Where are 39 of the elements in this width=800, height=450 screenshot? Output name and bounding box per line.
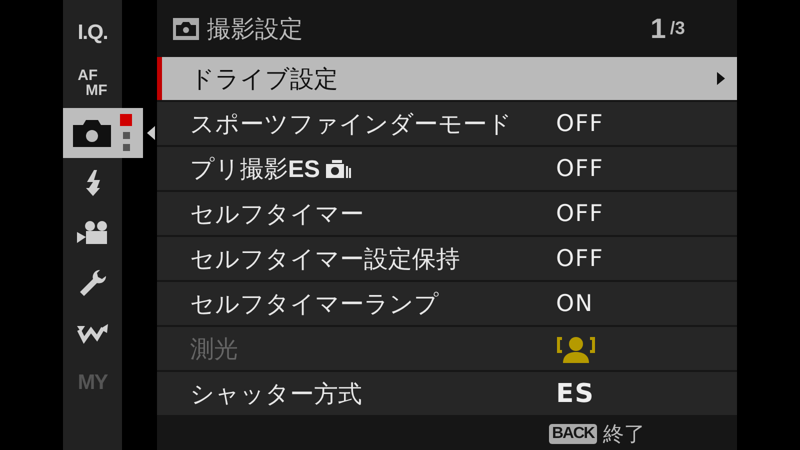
tab-label: AF MF	[78, 68, 108, 98]
camera-icon	[173, 18, 199, 40]
menu-row[interactable]: プリ撮影ES OFF	[157, 147, 737, 190]
menu-row-selected[interactable]: ドライブ設定	[157, 57, 737, 100]
menu-row[interactable]: スポーツファインダーモード OFF	[157, 102, 737, 145]
menu-tab[interactable]: AF MF	[63, 58, 122, 108]
menu-row[interactable]: セルフタイマーランプ ON	[157, 282, 737, 325]
menu-tab[interactable]: I.Q.	[63, 8, 122, 58]
back-key-badge: BACK	[549, 424, 598, 444]
exit-label: 終了	[603, 420, 646, 448]
row-label: セルフタイマーランプ	[190, 288, 439, 320]
pointer-icon	[147, 126, 155, 140]
camera-icon	[71, 117, 113, 149]
page-dots-icon	[119, 113, 133, 153]
row-label: シャッター方式	[190, 378, 362, 410]
page-total: /3	[670, 18, 685, 39]
menu-row[interactable]: セルフタイマー設定保持 OFF	[157, 237, 737, 280]
connection-icon	[76, 322, 108, 344]
wrench-icon	[78, 268, 108, 298]
row-value: ON	[556, 290, 594, 316]
menu-row[interactable]: セルフタイマー OFF	[157, 192, 737, 235]
menu-title: 撮影設定	[207, 14, 304, 44]
row-label: セルフタイマー設定保持	[190, 244, 460, 274]
row-value: OFF	[556, 156, 604, 182]
menu-row[interactable]: シャッター方式 ES	[157, 372, 737, 415]
row-label: ドライブ設定	[190, 64, 338, 94]
row-label: プリ撮影ES	[190, 154, 320, 184]
movie-camera-icon	[76, 221, 108, 245]
row-label: 測光	[190, 334, 238, 364]
page-number: 1	[650, 12, 666, 44]
flash-icon	[84, 170, 100, 196]
row-value: ES	[556, 378, 594, 408]
row-value: OFF	[556, 200, 604, 226]
row-label: セルフタイマー	[190, 198, 364, 230]
tab-label: I.Q.	[78, 21, 108, 45]
row-value: OFF	[556, 246, 604, 272]
face-metering-icon	[556, 334, 596, 362]
row-value: OFF	[556, 110, 604, 136]
row-label: スポーツファインダーモード	[190, 108, 512, 140]
